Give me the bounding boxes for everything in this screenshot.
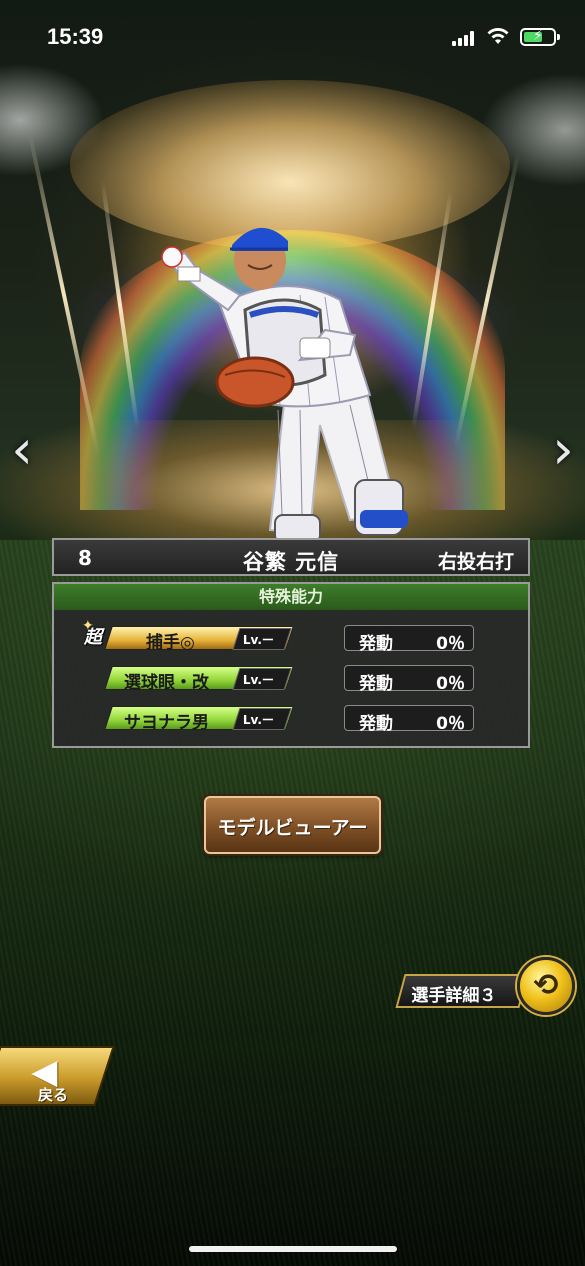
player-detail-label: 選手詳細３	[411, 986, 497, 1006]
ability-row[interactable]: サヨナラ男 Lv.ー 発動 0％	[54, 704, 528, 734]
signal-icon	[452, 30, 476, 46]
previous-player-arrow-icon[interactable]: ‹	[2, 422, 42, 478]
ability-name: 捕手◎	[146, 633, 195, 653]
model-viewer-button[interactable]: モデルビューアー	[204, 796, 381, 854]
ability-activation: 発動 0％	[344, 705, 474, 734]
ability-level: Lv.ー	[232, 628, 292, 650]
ability-row[interactable]: 選球眼・改 Lv.ー 発動 0％	[54, 664, 528, 694]
player-detail-tab[interactable]: 選手詳細３	[395, 974, 529, 1008]
next-player-arrow-icon[interactable]: ›	[543, 422, 583, 478]
battery-charging-icon: ⚡	[520, 28, 556, 46]
home-indicator[interactable]	[189, 1246, 397, 1252]
activation-value: 0％	[436, 714, 465, 734]
ability-level: Lv.ー	[232, 668, 292, 690]
abilities-header: 特殊能力	[54, 584, 528, 610]
activation-label: 発動	[359, 714, 393, 734]
switch-detail-button[interactable]: ⟲	[517, 957, 575, 1015]
status-time: 15:39	[47, 24, 104, 49]
player-name-bar: 8 谷繁 元信 右投右打	[52, 538, 530, 576]
ability-name: サヨナラ男	[124, 713, 209, 733]
player-image	[161, 227, 408, 544]
ability-activation: 発動 0％	[344, 625, 474, 654]
status-bar: 15:39 ⚡	[0, 0, 585, 75]
ability-activation: 発動 0％	[344, 665, 474, 694]
batting-throwing: 右投右打	[437, 551, 514, 573]
back-button[interactable]: ◀ 戻る	[0, 1046, 115, 1106]
ability-name: 選球眼・改	[124, 673, 209, 693]
activation-label: 発動	[359, 634, 393, 654]
battery-tip	[557, 34, 560, 40]
special-abilities-panel: 特殊能力 ✦ 超 捕手◎ Lv.ー 発動 0％ 選球眼・改 Lv.ー 発動 0％…	[52, 582, 530, 748]
activation-label: 発動	[359, 674, 393, 694]
ability-level: Lv.ー	[232, 708, 292, 730]
super-badge: 超	[84, 627, 102, 648]
swap-arrows-icon: ⟲	[533, 968, 559, 1003]
activation-value: 0％	[436, 674, 465, 694]
wifi-icon	[487, 28, 509, 44]
model-viewer-label: モデルビューアー	[217, 817, 368, 839]
back-label: 戻る	[37, 1086, 69, 1104]
activation-value: 0％	[436, 634, 465, 654]
ability-row[interactable]: ✦ 超 捕手◎ Lv.ー 発動 0％	[54, 618, 528, 654]
